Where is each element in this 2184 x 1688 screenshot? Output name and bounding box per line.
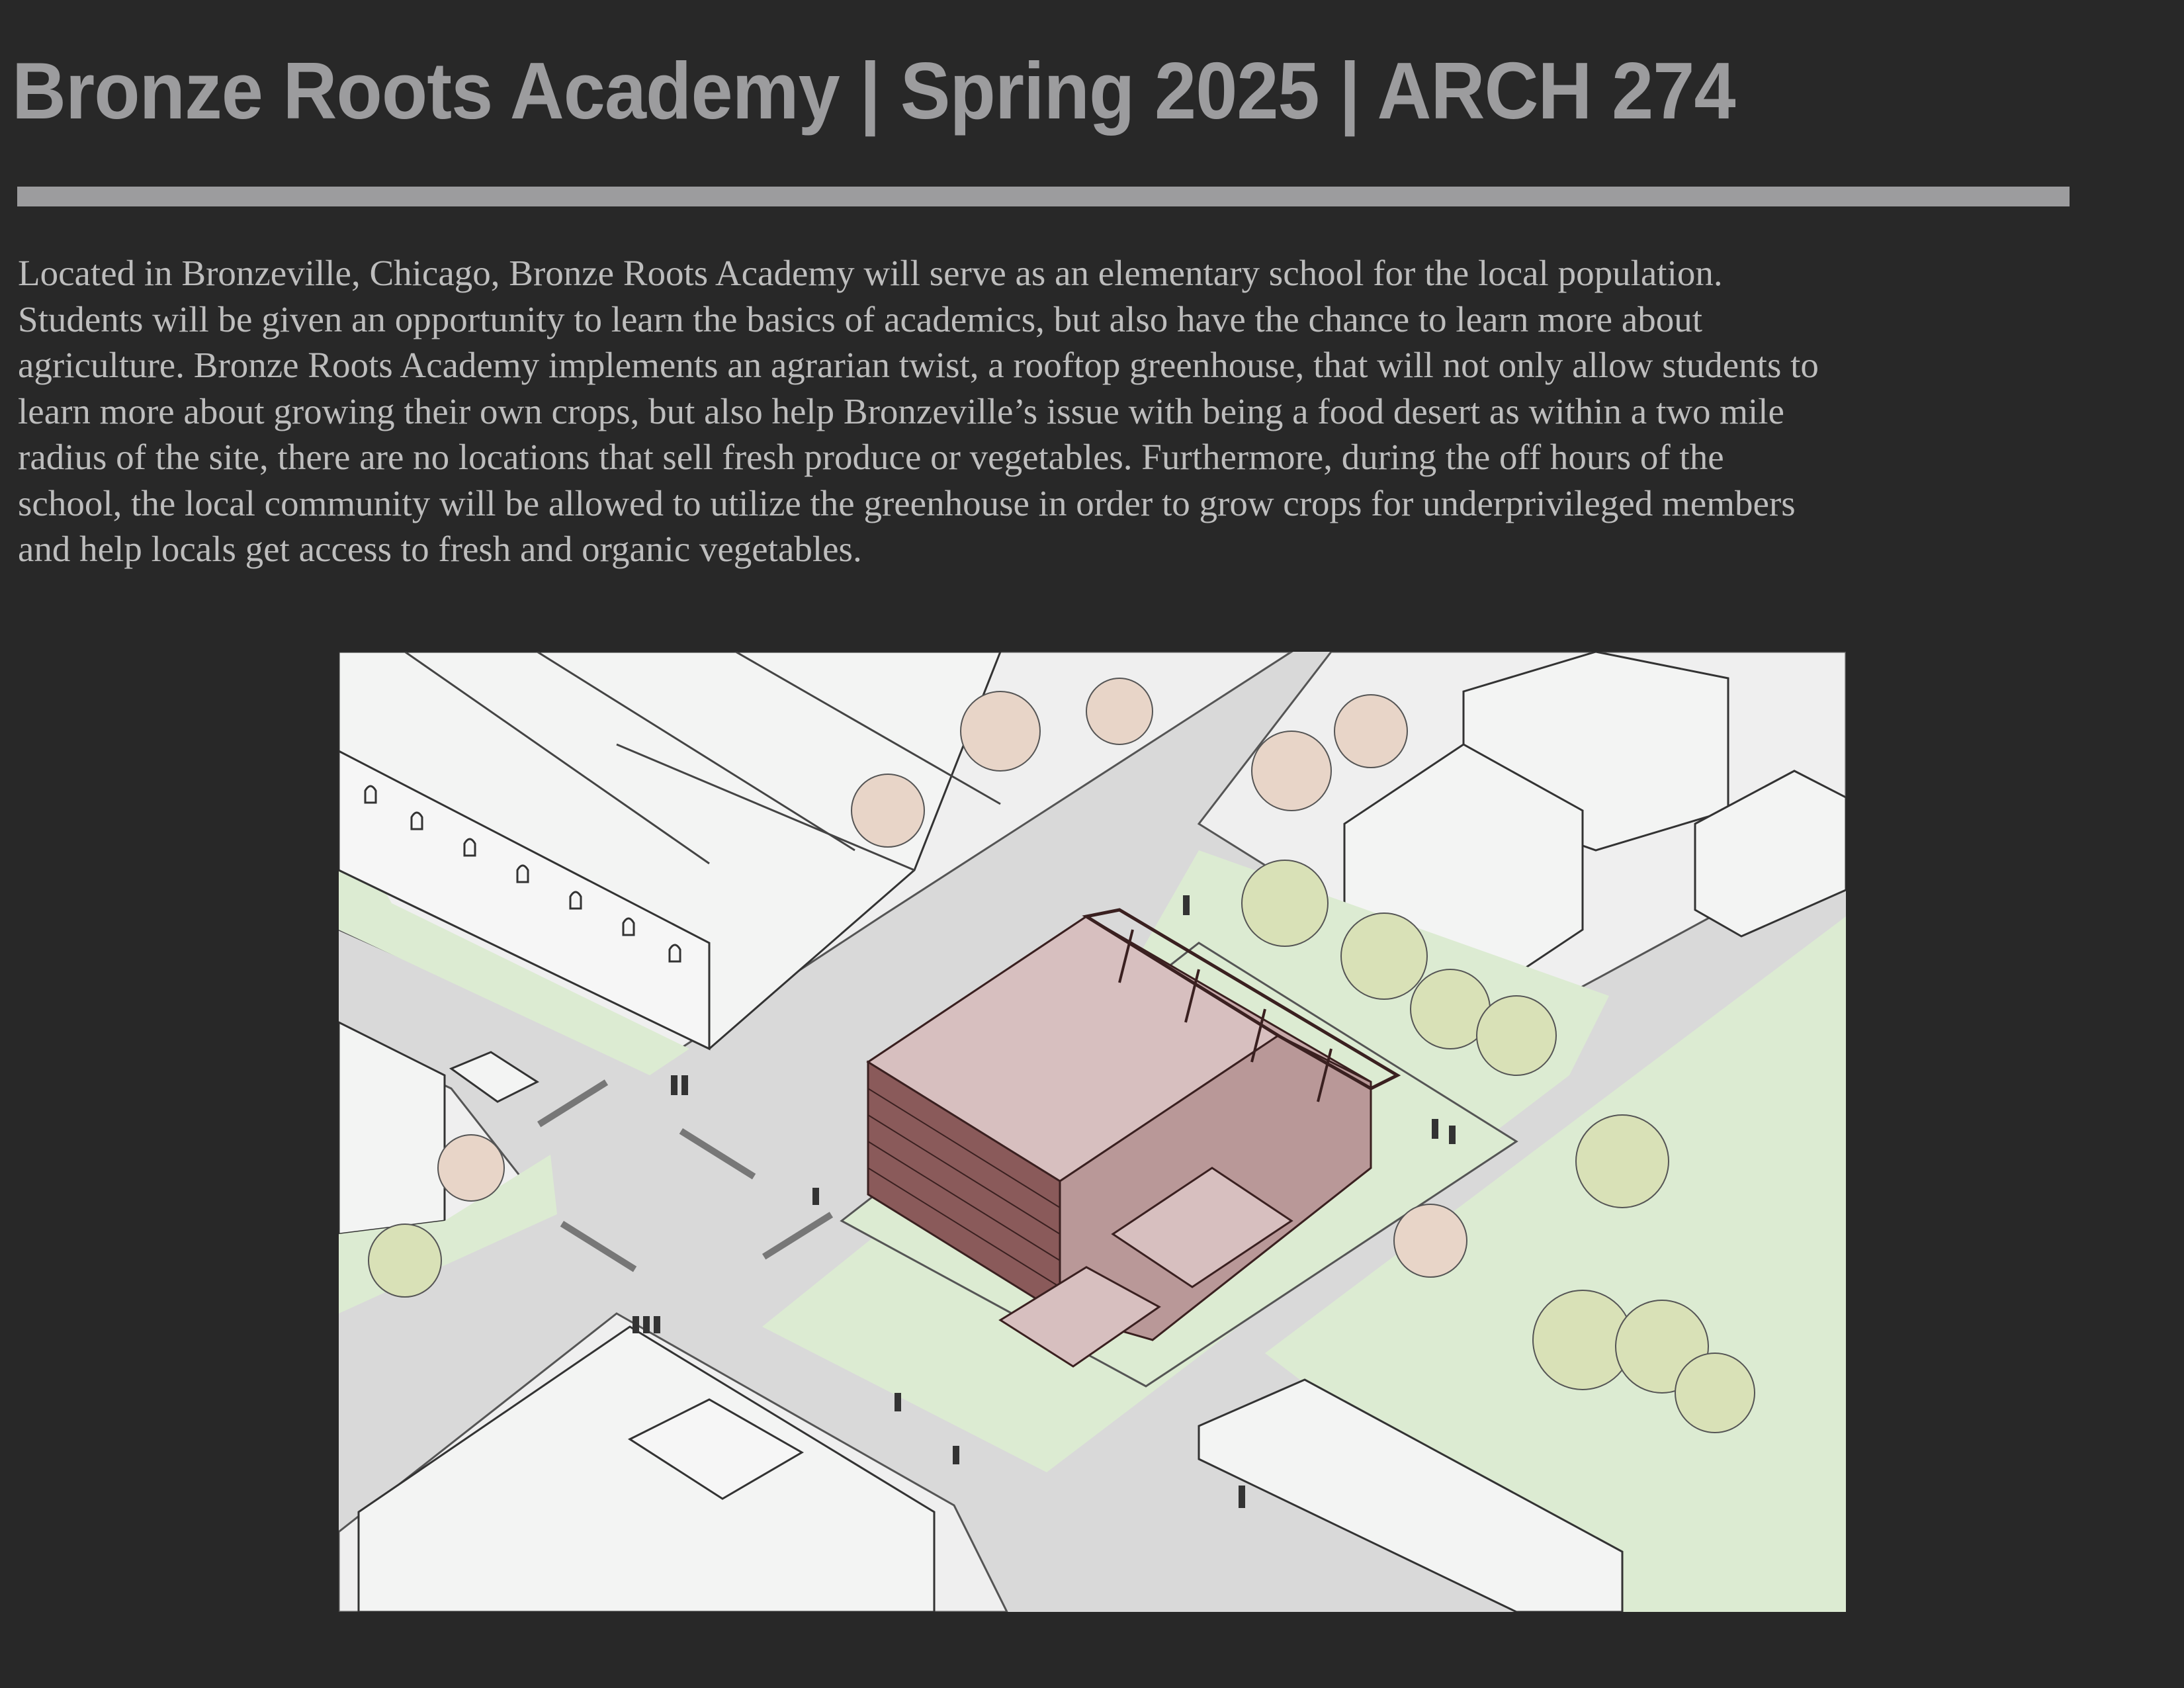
description-line: Located in Bronzeville, Chicago, Bronze …	[18, 253, 1723, 293]
description-line: radius of the site, there are no locatio…	[18, 437, 1724, 477]
description-line: and help locals get access to fresh and …	[18, 529, 862, 569]
description-line: Students will be given an opportunity to…	[18, 298, 1703, 339]
site-axonometric-svg	[339, 652, 1846, 1612]
project-description: Located in Bronzeville, Chicago, Bronze …	[18, 250, 2082, 572]
description-line: learn more about growing their own crops…	[18, 390, 1784, 431]
axonometric-site-drawing	[339, 652, 1846, 1612]
page-title: Bronze Roots Academy | Spring 2025 | ARC…	[12, 46, 1736, 136]
description-line: school, the local community will be allo…	[18, 482, 1796, 523]
title-divider	[17, 187, 2070, 206]
description-line: agriculture. Bronze Roots Academy implem…	[18, 345, 1819, 385]
